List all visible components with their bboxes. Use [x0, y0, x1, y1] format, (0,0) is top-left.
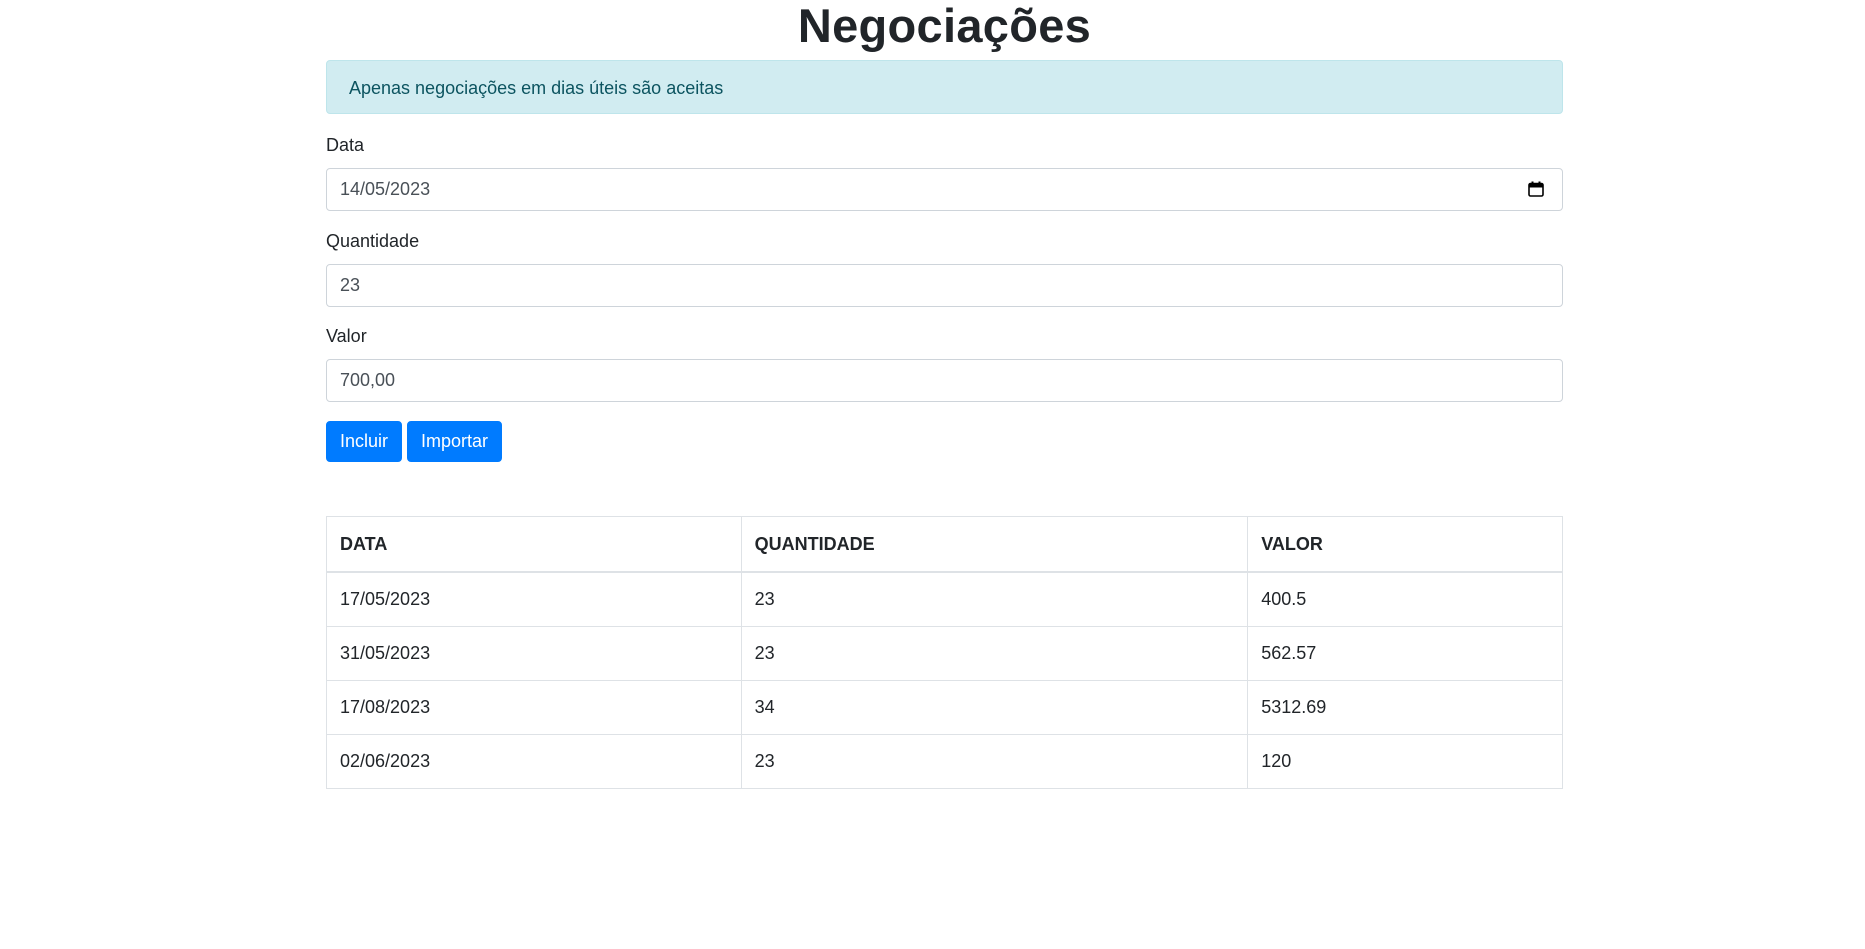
include-button[interactable]: Incluir	[326, 421, 403, 462]
cell-date: 02/06/2023	[326, 734, 742, 789]
table-row: 17/08/2023 34 5312.69	[326, 680, 1563, 735]
value-label: Valor	[326, 326, 367, 346]
cell-value: 400.5	[1247, 571, 1563, 627]
page-title: Negociações	[797, 0, 1092, 52]
table-row: 02/06/2023 23 120	[326, 734, 1563, 789]
date-input-value: 14/05/2023	[340, 179, 431, 199]
quantity-label: Quantidade	[326, 231, 420, 251]
table-row: 31/05/2023 23 562.57	[326, 626, 1563, 681]
cell-value: 5312.69	[1247, 680, 1563, 735]
value-input-value: 700,00	[340, 370, 396, 390]
cell-date: 31/05/2023	[326, 626, 742, 681]
cell-quantity: 23	[740, 571, 1249, 627]
table-header-row: DATA QUANTIDADE VALOR	[326, 516, 1563, 573]
import-button[interactable]: Importar	[407, 421, 503, 462]
cell-value: 120	[1247, 734, 1563, 789]
cell-quantity: 23	[740, 734, 1249, 789]
cell-quantity: 34	[740, 680, 1249, 735]
date-input[interactable]: 14/05/2023	[326, 168, 1563, 211]
main-container: Negociações Apenas negociações em dias ú…	[326, 0, 1563, 789]
cell-quantity: 23	[740, 626, 1249, 681]
info-alert: Apenas negociações em dias úteis são ace…	[326, 60, 1563, 114]
cell-date: 17/05/2023	[326, 571, 742, 627]
column-header-date: DATA	[326, 516, 742, 573]
quantity-input[interactable]: 23	[326, 264, 1563, 307]
column-header-value: VALOR	[1247, 516, 1563, 573]
cell-date: 17/08/2023	[326, 680, 742, 735]
cell-value: 562.57	[1247, 626, 1563, 681]
calendar-icon[interactable]	[1528, 181, 1544, 197]
value-input[interactable]: 700,00	[326, 359, 1563, 402]
column-header-quantity: QUANTIDADE	[740, 516, 1249, 573]
negotiations-table: DATA QUANTIDADE VALOR 17/05/2023 23 400.…	[326, 516, 1563, 789]
quantity-input-value: 23	[340, 275, 361, 295]
table-row: 17/05/2023 23 400.5	[326, 571, 1563, 627]
date-label: Data	[326, 135, 365, 155]
